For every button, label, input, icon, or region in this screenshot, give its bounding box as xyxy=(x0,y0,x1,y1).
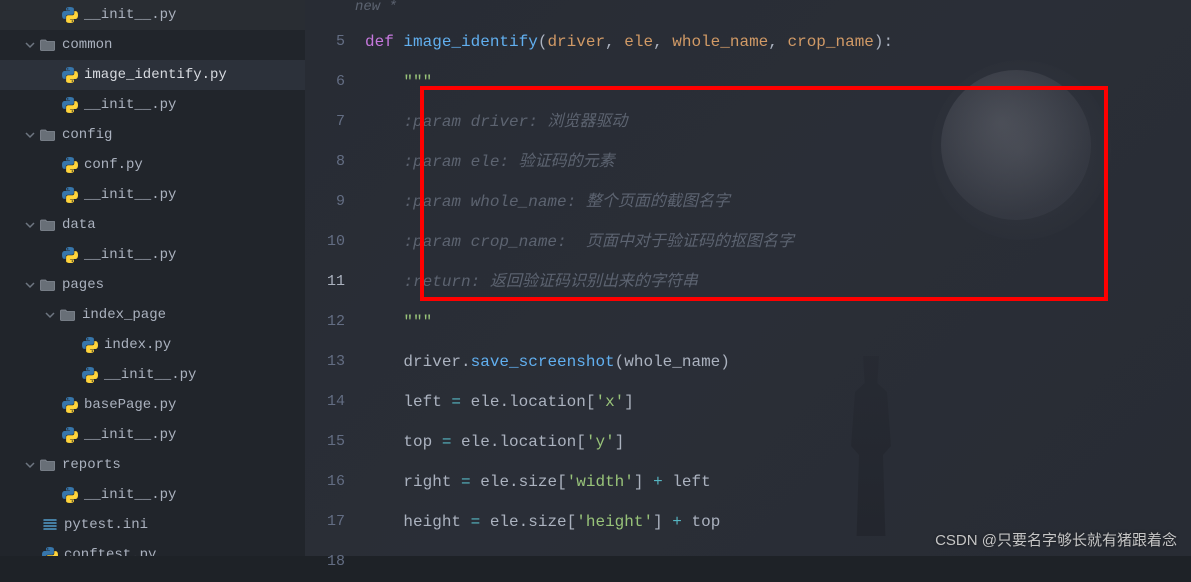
python-icon xyxy=(62,397,78,413)
folder-icon xyxy=(60,307,76,323)
tree-file-init[interactable]: __init__.py xyxy=(0,360,305,390)
tree-folder-reports[interactable]: reports xyxy=(0,450,305,480)
line-number: 15 xyxy=(305,422,345,462)
tree-file-init[interactable]: __init__.py xyxy=(0,420,305,450)
line-number: 14 xyxy=(305,382,345,422)
line-number: 10 xyxy=(305,222,345,262)
chevron-down-icon xyxy=(22,127,38,143)
line-number: 11 xyxy=(305,262,345,302)
tree-item-label: common xyxy=(62,37,112,53)
line-number: 9 xyxy=(305,182,345,222)
line-number: 17 xyxy=(305,502,345,542)
tree-item-label: __init__.py xyxy=(84,487,176,503)
folder-icon xyxy=(40,127,56,143)
tree-folder-data[interactable]: data xyxy=(0,210,305,240)
tree-file-init[interactable]: __init__.py xyxy=(0,480,305,510)
folder-icon xyxy=(40,277,56,293)
tree-item-label: __init__.py xyxy=(84,247,176,263)
tree-item-label: __init__.py xyxy=(84,187,176,203)
tree-item-label: conf.py xyxy=(84,157,143,173)
chevron-down-icon xyxy=(42,307,58,323)
code-editor[interactable]: new * 5 6 7 8 9 10 11 12 13 14 15 16 17 … xyxy=(305,0,1191,556)
python-icon xyxy=(62,157,78,173)
tree-item-label: basePage.py xyxy=(84,397,176,413)
tree-folder-common[interactable]: common xyxy=(0,30,305,60)
tree-item-label: __init__.py xyxy=(104,367,196,383)
chevron-down-icon xyxy=(22,37,38,53)
code-line-5[interactable]: def image_identify(driver, ele, whole_na… xyxy=(365,22,1191,62)
code-content[interactable]: def image_identify(driver, ele, whole_na… xyxy=(365,0,1191,556)
tree-item-label: index.py xyxy=(104,337,171,353)
folder-icon xyxy=(40,37,56,53)
code-line-12[interactable]: """ xyxy=(365,302,1191,342)
tree-item-label: image_identify.py xyxy=(84,67,227,83)
code-line-13[interactable]: driver.save_screenshot(whole_name) xyxy=(365,342,1191,382)
breadcrumb: new * xyxy=(305,0,355,22)
line-number: 6 xyxy=(305,62,345,102)
python-icon xyxy=(62,427,78,443)
tree-file-basepage[interactable]: basePage.py xyxy=(0,390,305,420)
tree-file-init[interactable]: __init__.py xyxy=(0,90,305,120)
chevron-down-icon xyxy=(22,217,38,233)
python-icon xyxy=(62,187,78,203)
code-line-10[interactable]: :param crop_name: 页面中对于验证码的抠图名字 xyxy=(365,222,1191,262)
tree-file-conftest[interactable]: conftest.py xyxy=(0,540,305,556)
python-icon xyxy=(62,487,78,503)
python-icon xyxy=(82,337,98,353)
code-line-9[interactable]: :param whole_name: 整个页面的截图名字 xyxy=(365,182,1191,222)
tree-item-label: __init__.py xyxy=(84,7,176,23)
tree-file-image-identify[interactable]: image_identify.py xyxy=(0,60,305,90)
code-line-7[interactable]: :param driver: 浏览器驱动 xyxy=(365,102,1191,142)
python-icon xyxy=(62,7,78,23)
chevron-down-icon xyxy=(22,457,38,473)
python-icon xyxy=(82,367,98,383)
tree-item-label: __init__.py xyxy=(84,97,176,113)
chevron-down-icon xyxy=(22,277,38,293)
tree-file-init[interactable]: __init__.py xyxy=(0,240,305,270)
python-icon xyxy=(42,547,58,556)
tree-file-index[interactable]: index.py xyxy=(0,330,305,360)
folder-icon xyxy=(40,217,56,233)
tree-file-conf[interactable]: conf.py xyxy=(0,150,305,180)
python-icon xyxy=(62,247,78,263)
python-icon xyxy=(62,67,78,83)
watermark-text: CSDN @只要名字够长就有猪跟着念 xyxy=(935,529,1177,550)
code-line-15[interactable]: top = ele.location['y'] xyxy=(365,422,1191,462)
line-number: 5 xyxy=(305,22,345,62)
line-number-gutter: new * 5 6 7 8 9 10 11 12 13 14 15 16 17 … xyxy=(305,0,365,556)
code-line-8[interactable]: :param ele: 验证码的元素 xyxy=(365,142,1191,182)
code-line-16[interactable]: right = ele.size['width'] + left xyxy=(365,462,1191,502)
file-tree-sidebar[interactable]: __init__.py common image_identify.py __i… xyxy=(0,0,305,556)
line-number: 12 xyxy=(305,302,345,342)
tree-item-label: index_page xyxy=(82,307,166,323)
folder-icon xyxy=(40,457,56,473)
tree-file-init[interactable]: __init__.py xyxy=(0,0,305,30)
tree-folder-pages[interactable]: pages xyxy=(0,270,305,300)
tree-folder-index-page[interactable]: index_page xyxy=(0,300,305,330)
code-line-6[interactable]: """ xyxy=(365,62,1191,102)
tree-item-label: data xyxy=(62,217,96,233)
line-number: 7 xyxy=(305,102,345,142)
python-icon xyxy=(62,97,78,113)
tree-item-label: reports xyxy=(62,457,121,473)
line-number: 18 xyxy=(305,542,345,582)
ini-file-icon xyxy=(42,517,58,533)
tree-item-label: pytest.ini xyxy=(64,517,148,533)
code-line-14[interactable]: left = ele.location['x'] xyxy=(365,382,1191,422)
line-number: 8 xyxy=(305,142,345,182)
tree-file-init[interactable]: __init__.py xyxy=(0,180,305,210)
code-line-11[interactable]: :return: 返回验证码识别出来的字符串 xyxy=(365,262,1191,302)
tree-file-pytest-ini[interactable]: pytest.ini xyxy=(0,510,305,540)
line-number: 16 xyxy=(305,462,345,502)
tree-folder-config[interactable]: config xyxy=(0,120,305,150)
line-number: 13 xyxy=(305,342,345,382)
tree-item-label: __init__.py xyxy=(84,427,176,443)
tree-item-label: conftest.py xyxy=(64,547,156,556)
tree-item-label: config xyxy=(62,127,112,143)
tree-item-label: pages xyxy=(62,277,104,293)
